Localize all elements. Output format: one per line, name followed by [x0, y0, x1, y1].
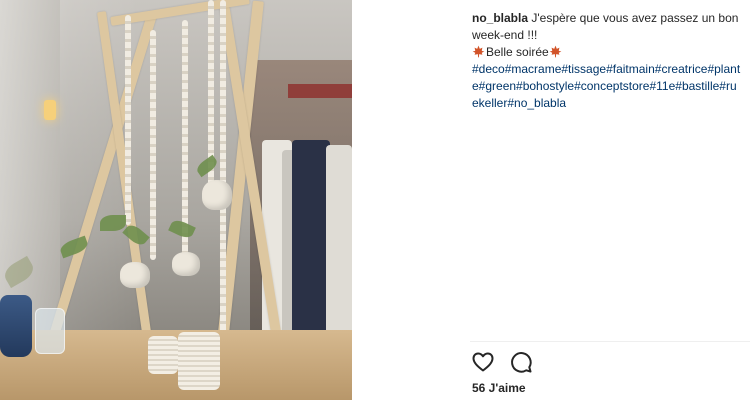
username-link[interactable]: no_blabla — [472, 11, 528, 25]
hanging-pot — [172, 252, 200, 276]
macrame-hanger — [125, 15, 131, 225]
post-caption: no_blabla J'espère que vous avez passez … — [472, 10, 742, 112]
maple-leaf-icon — [472, 45, 485, 58]
hanging-pot — [120, 262, 150, 288]
garment-navy — [292, 140, 330, 340]
plant-leaf — [100, 215, 126, 231]
street-lamp — [44, 100, 56, 120]
red-shelf — [288, 84, 352, 98]
yarn-spool — [148, 336, 178, 374]
macrame-hanger — [220, 0, 226, 340]
yarn-spool — [178, 332, 220, 390]
post-actions — [471, 349, 533, 375]
post-panel: no_blabla J'espère que vous avez passez … — [352, 0, 750, 400]
maple-leaf-icon — [549, 45, 562, 58]
glass-jar — [35, 308, 65, 354]
likes-count[interactable]: 56 J'aime — [472, 381, 526, 395]
comment-icon[interactable] — [509, 350, 533, 374]
garment-light — [326, 145, 352, 345]
hanging-pot — [202, 180, 232, 210]
hashtag-links[interactable]: #deco#macrame#tissage#faitmain#creatrice… — [472, 62, 740, 110]
caption-evening-text: Belle soirée — [486, 45, 549, 59]
heart-icon[interactable] — [471, 350, 495, 374]
divider — [470, 341, 750, 342]
macrame-hanger — [150, 30, 156, 260]
blue-vase — [0, 295, 32, 357]
post-photo[interactable] — [0, 0, 352, 400]
